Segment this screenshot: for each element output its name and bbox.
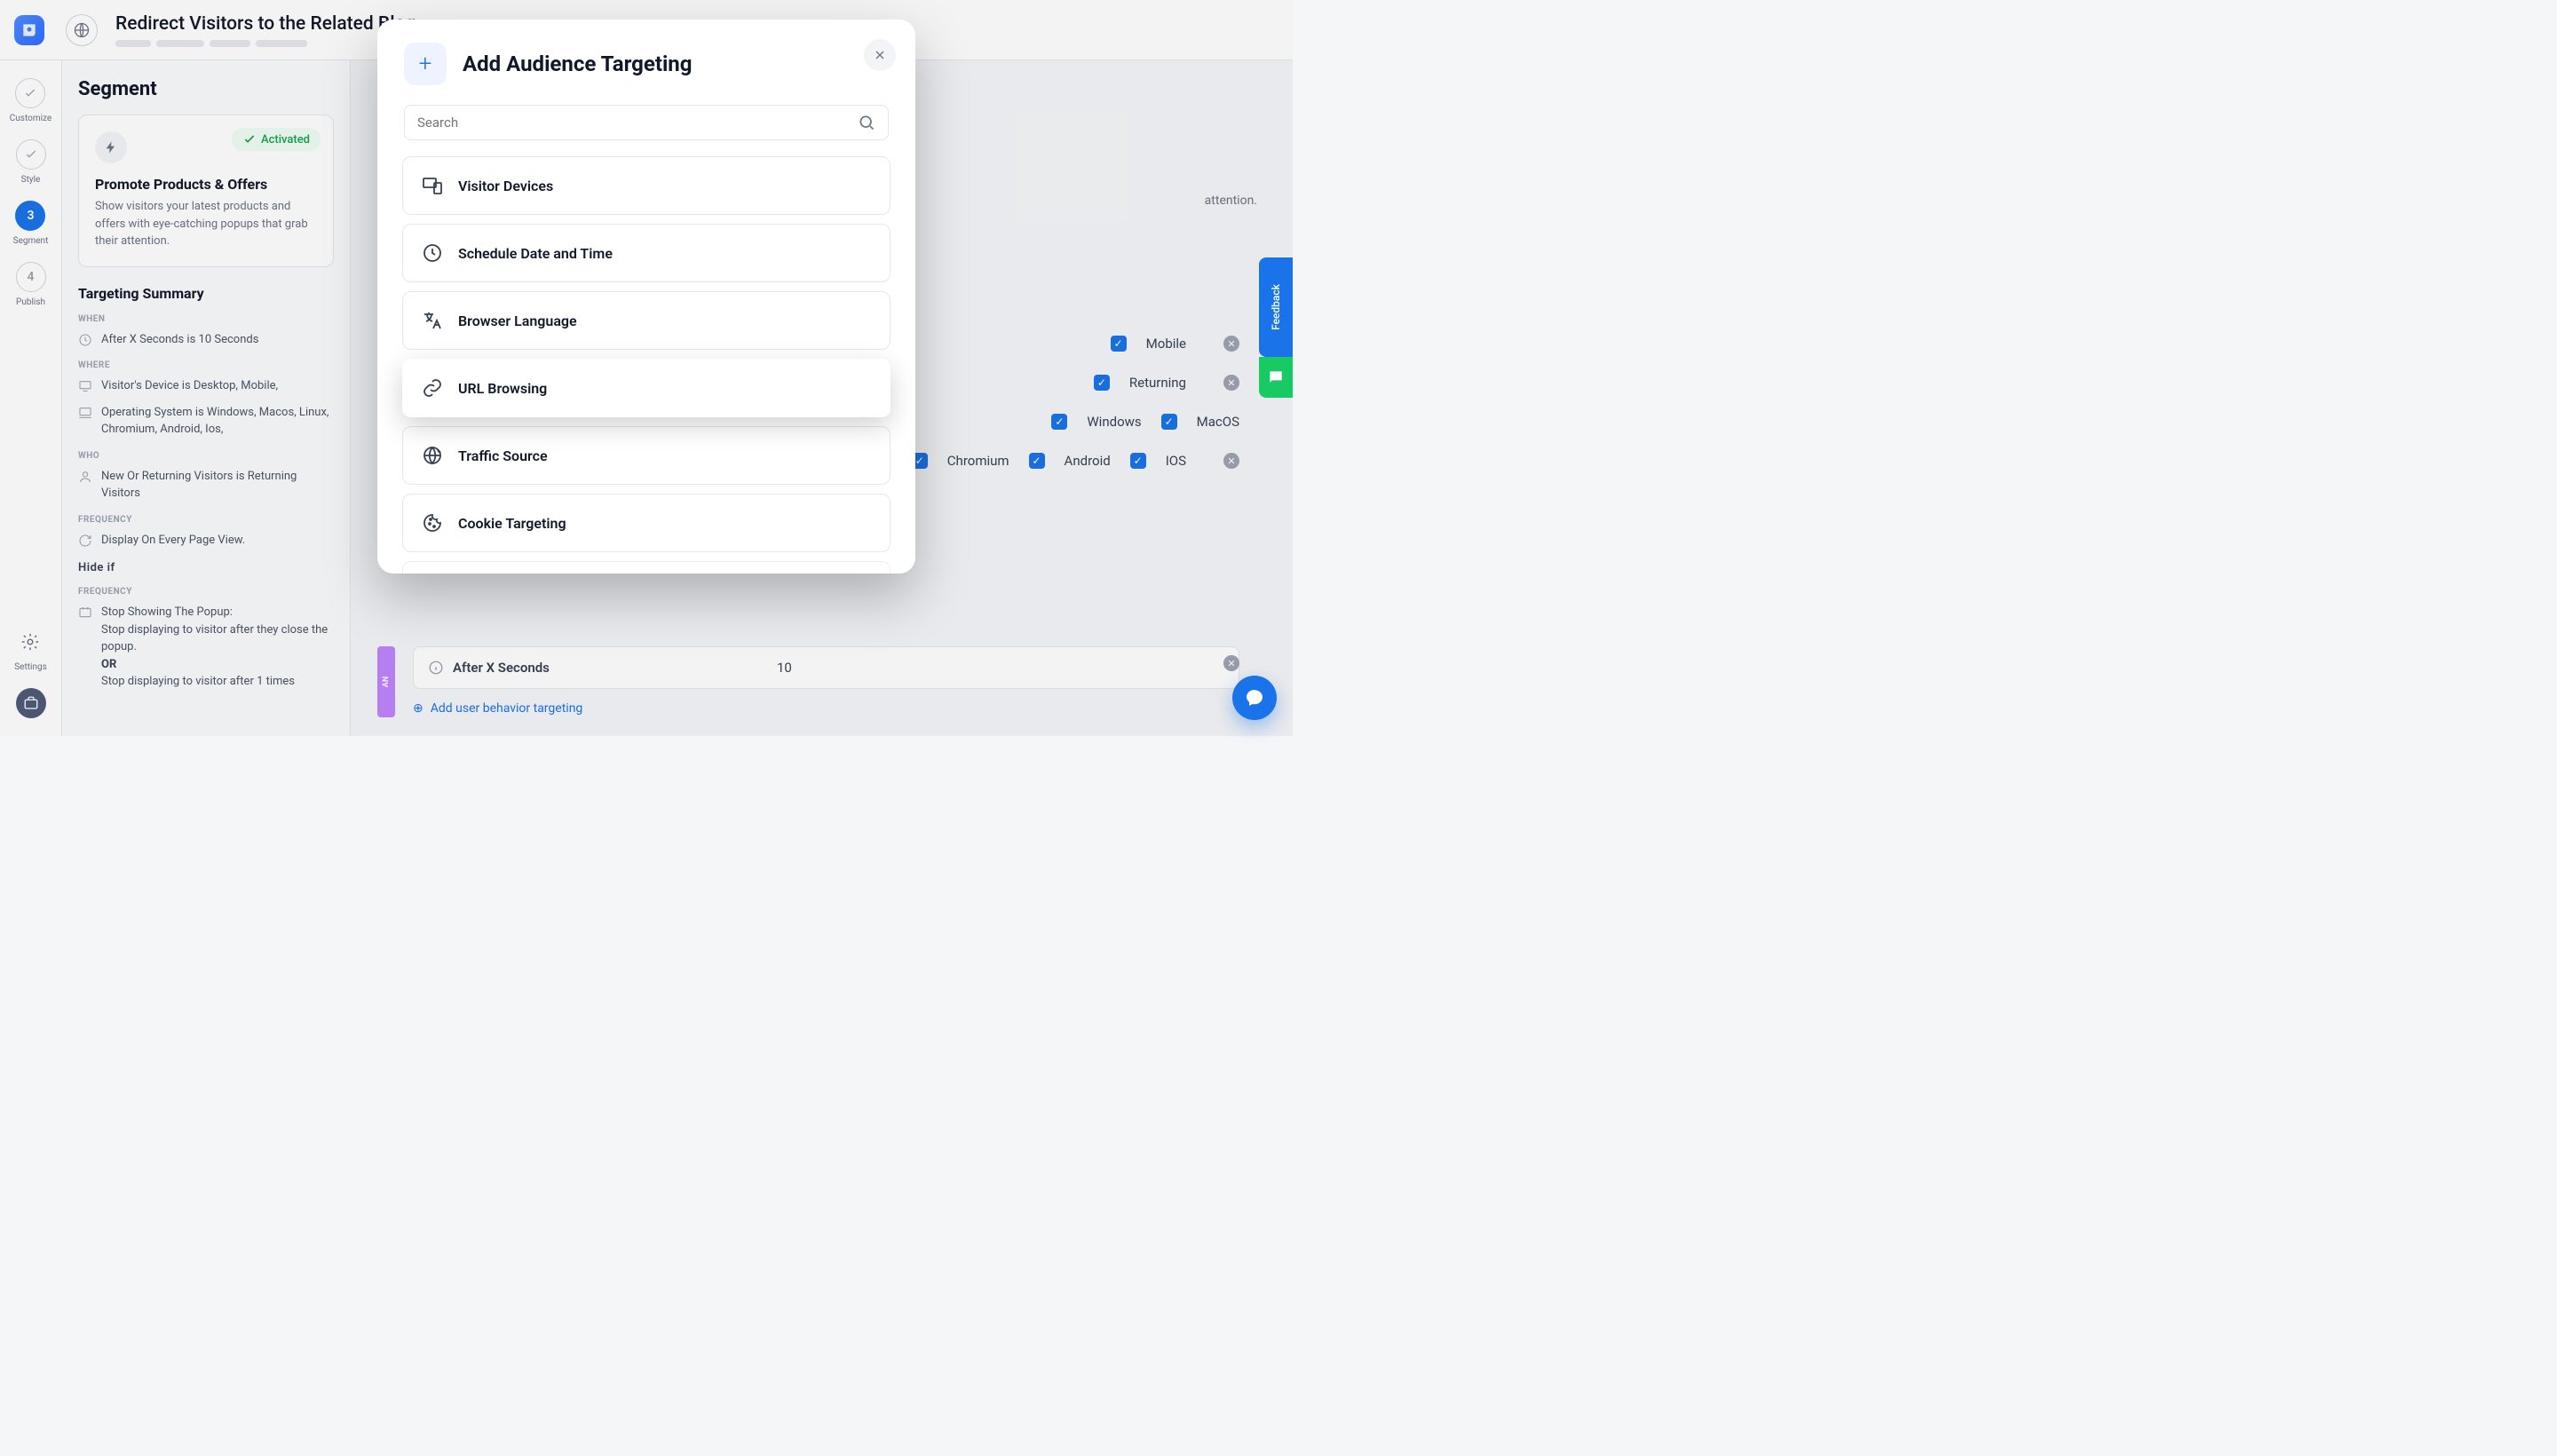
add-targeting-modal: + Add Audience Targeting Visitor Devices… [377, 20, 915, 574]
cookie-icon [421, 511, 444, 534]
option-visitor-devices[interactable]: Visitor Devices [402, 156, 891, 215]
feedback-chat-icon[interactable] [1259, 357, 1293, 398]
option-more[interactable] [402, 561, 891, 574]
option-traffic-source[interactable]: Traffic Source [402, 426, 891, 485]
option-url-browsing[interactable]: URL Browsing [402, 359, 891, 417]
option-cookie-targeting[interactable]: Cookie Targeting [402, 494, 891, 552]
option-browser-language[interactable]: Browser Language [402, 291, 891, 350]
translate-icon [421, 309, 444, 332]
devices-icon [421, 174, 444, 197]
plus-icon: + [404, 43, 447, 85]
feedback-tab[interactable]: Feedback [1259, 257, 1293, 357]
close-button[interactable] [864, 39, 896, 71]
option-list: Visitor Devices Schedule Date and Time B… [377, 156, 915, 574]
link-icon [421, 376, 444, 400]
clock-icon [421, 241, 444, 265]
search-input[interactable] [417, 115, 849, 131]
modal-title: Add Audience Targeting [463, 51, 692, 76]
search-icon [858, 114, 875, 131]
search-field[interactable] [404, 105, 889, 140]
option-schedule[interactable]: Schedule Date and Time [402, 224, 891, 282]
traffic-icon [421, 444, 444, 467]
chat-launcher[interactable] [1232, 676, 1277, 720]
